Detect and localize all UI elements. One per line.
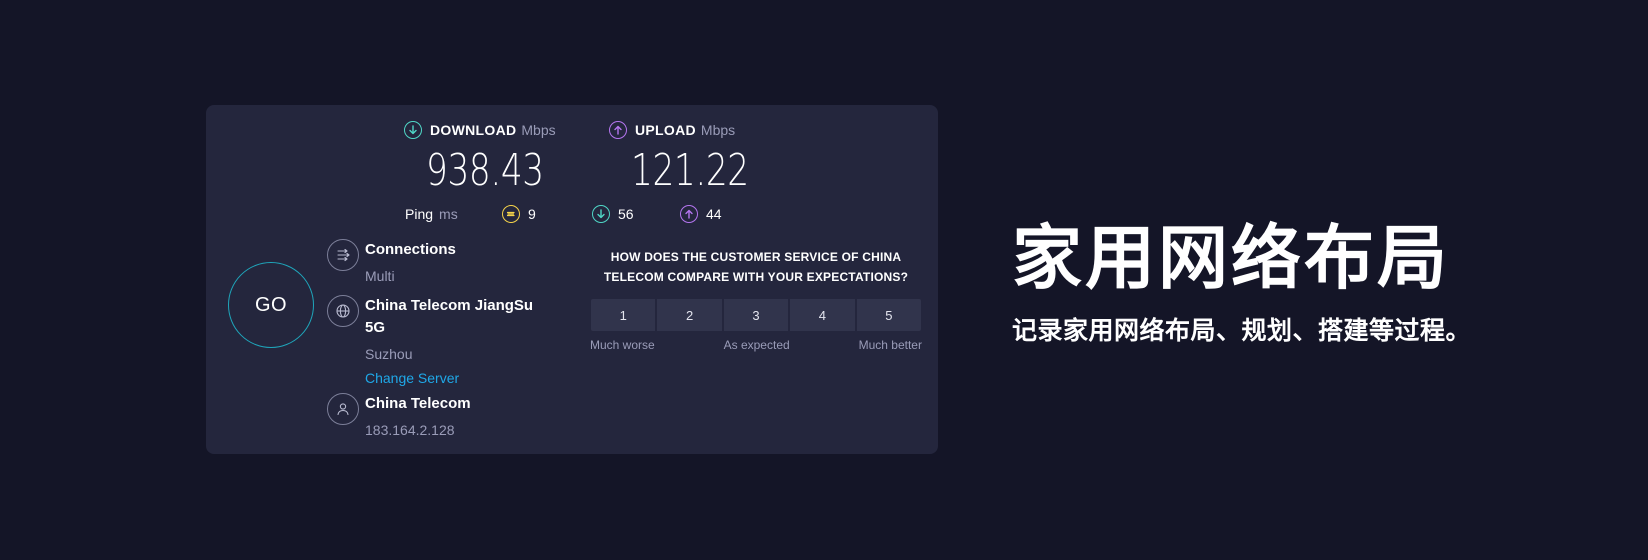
banner-title: 家用网络布局 [1012, 216, 1450, 299]
rating-labels: Much worse As expected Much better [590, 338, 922, 352]
download-unit: Mbps [521, 122, 556, 138]
rating-label-low: Much worse [590, 338, 655, 352]
rating-label-high: Much better [858, 338, 922, 352]
provider-title: China Telecom [365, 395, 471, 412]
ping-download-value: 56 [618, 206, 634, 222]
go-button[interactable]: GO [228, 262, 314, 348]
upload-unit: Mbps [700, 122, 736, 138]
banner-subtitle: 记录家用网络布局、规划、搭建等过程。 [1012, 316, 1472, 345]
upload-label: UPLOAD [635, 122, 696, 138]
page: DOWNLOAD Mbps 938.43 UPLOAD Mbps 121.22 … [0, 0, 1648, 560]
wave-circle-icon [502, 205, 520, 223]
ping-unit: ms [439, 206, 458, 222]
survey-question: HOW DOES THE CUSTOMER SERVICE OF CHINA T… [603, 250, 909, 284]
rating-button-5[interactable]: 5 [855, 298, 923, 332]
rating-button-4[interactable]: 4 [789, 298, 856, 332]
download-result: DOWNLOAD Mbps 938.43 [404, 119, 577, 197]
connections-title: Connections [365, 241, 456, 258]
change-server-link[interactable]: Change Server [365, 367, 459, 389]
rating-label-mid: As expected [723, 338, 790, 352]
server-title: China Telecom JiangSu 5G [365, 297, 534, 336]
ping-upload-value: 44 [706, 206, 722, 222]
rating-button-2[interactable]: 2 [656, 298, 723, 332]
download-label: DOWNLOAD [430, 122, 517, 138]
rating-button-1[interactable]: 1 [590, 298, 657, 332]
speedtest-panel: DOWNLOAD Mbps 938.43 UPLOAD Mbps 121.22 … [206, 105, 938, 454]
connections-icon [327, 239, 359, 271]
provider-ip: 183.164.2.128 [365, 422, 455, 438]
arrow-down-circle-icon [592, 205, 610, 223]
arrow-up-circle-icon [680, 205, 698, 223]
server-location: Suzhou [365, 346, 413, 362]
ping-label: Ping [405, 206, 434, 222]
survey: HOW DOES THE CUSTOMER SERVICE OF CHINA T… [590, 247, 923, 352]
rating-button-3[interactable]: 3 [722, 298, 790, 332]
upload-result: UPLOAD Mbps 121.22 [609, 119, 782, 197]
connections-value: Multi [365, 268, 395, 284]
arrow-up-circle-icon [609, 121, 627, 139]
globe-icon [327, 295, 359, 327]
user-icon [327, 393, 359, 425]
ping-idle: 9 [502, 203, 536, 225]
ping-row: Ping ms 9 56 44 [405, 203, 722, 225]
rating-row: 1 2 3 4 5 [590, 298, 923, 332]
ping-upload: 44 [680, 203, 722, 225]
ping-download: 56 [592, 203, 634, 225]
arrow-down-circle-icon [404, 121, 422, 139]
upload-value: 121.22 [631, 145, 749, 196]
download-value: 938.43 [426, 145, 544, 196]
ping-idle-value: 9 [528, 206, 536, 222]
